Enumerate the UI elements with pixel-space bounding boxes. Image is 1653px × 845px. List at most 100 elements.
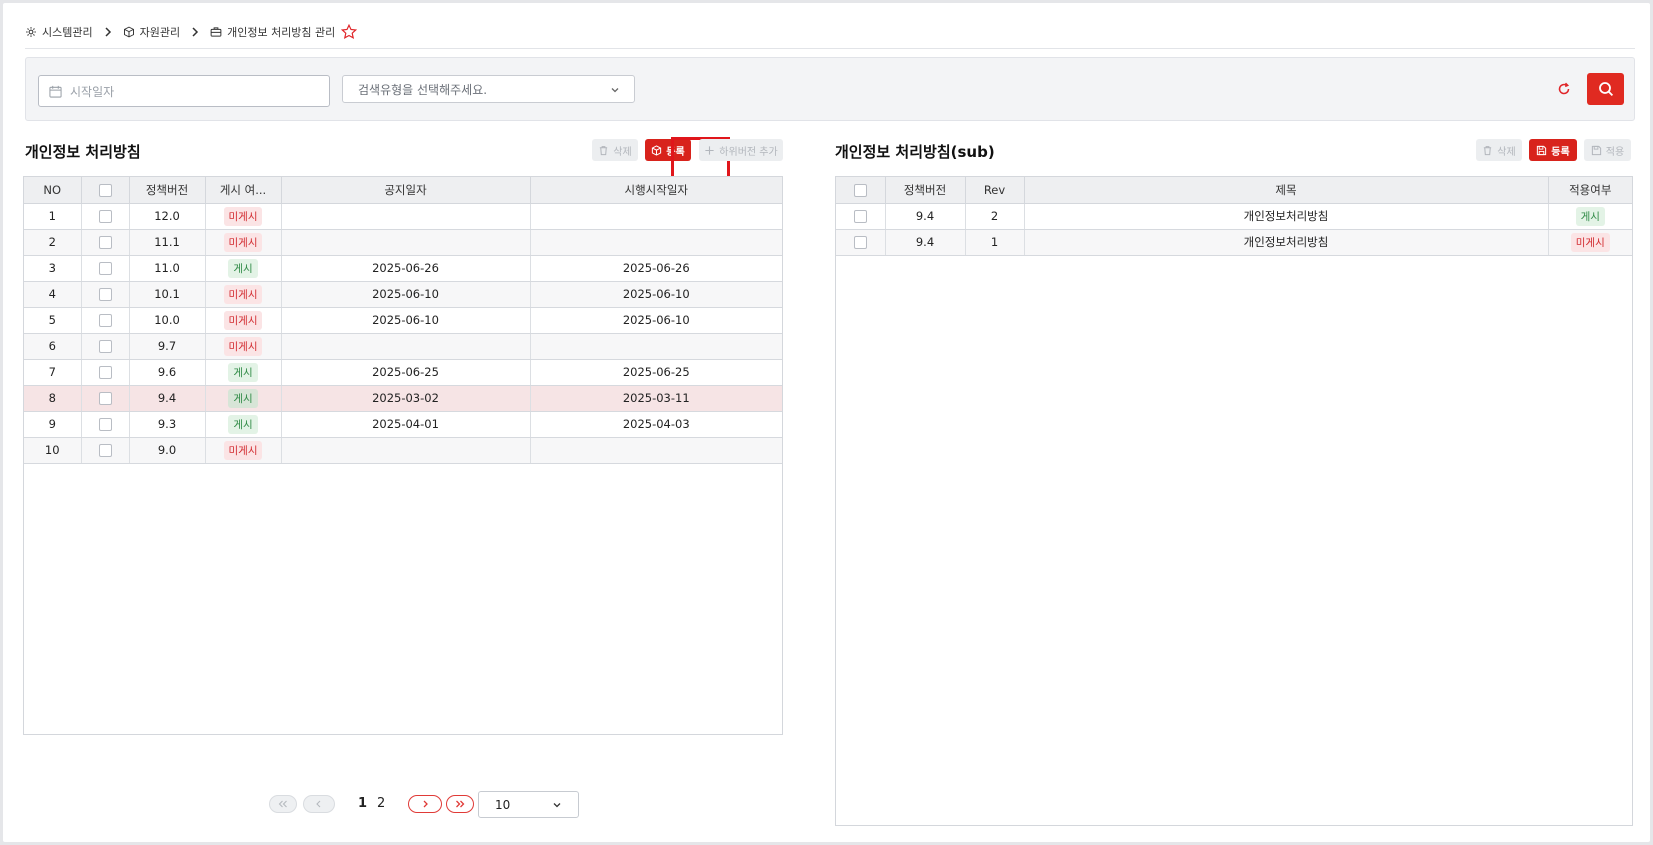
select-all-checkbox[interactable] — [853, 183, 867, 197]
cell-publish: 미게시 — [205, 307, 282, 334]
add-sub-version-button[interactable]: 하위버전 추가 — [699, 139, 783, 161]
status-badge: 게시 — [228, 362, 258, 382]
cell-start-date: 2025-06-10 — [530, 307, 782, 334]
row-checkbox[interactable] — [98, 288, 112, 301]
cell-version: 9.3 — [129, 411, 206, 438]
col-select-all[interactable] — [81, 177, 130, 204]
cell-publish: 게시 — [205, 255, 282, 282]
cell-version: 9.6 — [129, 359, 206, 386]
table-row[interactable]: 9.4 2 개인정보처리방침 게시 — [836, 203, 1632, 230]
cell-select[interactable] — [81, 333, 130, 360]
select-all-checkbox[interactable] — [98, 183, 112, 197]
first-page-button[interactable] — [269, 794, 297, 813]
col-version[interactable]: 정책버전 — [129, 177, 206, 204]
row-checkbox[interactable] — [98, 210, 112, 223]
col-no[interactable]: NO — [24, 177, 82, 204]
cell-no: 5 — [24, 307, 82, 334]
table-row[interactable]: 7 9.6 게시 2025-06-25 2025-06-25 — [24, 359, 782, 386]
page-size-select[interactable]: 10 — [478, 791, 579, 818]
table-row[interactable]: 10 9.0 미게시 — [24, 437, 782, 464]
table-row[interactable]: 1 12.0 미게시 — [24, 203, 782, 230]
cell-publish: 미게시 — [205, 437, 282, 464]
col-apply-status[interactable]: 적용여부 — [1548, 177, 1632, 204]
row-checkbox[interactable] — [98, 340, 112, 353]
cell-title: 개인정보처리방침 — [1024, 229, 1549, 256]
cell-start-date — [530, 203, 782, 230]
col-start-date[interactable]: 시행시작일자 — [530, 177, 782, 204]
search-type-select[interactable]: 검색유형을 선택해주세요. — [342, 75, 635, 103]
gear-icon — [25, 26, 37, 38]
cell-select[interactable] — [836, 229, 886, 256]
col-title[interactable]: 제목 — [1024, 177, 1549, 204]
table-row[interactable]: 9 9.3 게시 2025-04-01 2025-04-03 — [24, 411, 782, 438]
cell-publish: 미게시 — [205, 203, 282, 230]
left-delete-button[interactable]: 삭제 — [592, 139, 638, 161]
cell-no: 6 — [24, 333, 82, 360]
cell-select[interactable] — [81, 359, 130, 386]
row-checkbox[interactable] — [98, 418, 112, 431]
col-version[interactable]: 정책버전 — [885, 177, 966, 204]
search-panel: 시작일자 검색유형을 선택해주세요. — [25, 57, 1635, 121]
last-page-button[interactable] — [446, 794, 475, 813]
breadcrumb-item-privacy[interactable]: 개인정보 처리방침 관리 — [210, 24, 335, 40]
row-checkbox[interactable] — [98, 366, 112, 379]
cell-notice-date: 2025-03-02 — [281, 385, 531, 412]
row-checkbox[interactable] — [853, 236, 867, 249]
row-checkbox[interactable] — [98, 262, 112, 275]
pagination: 1 2 — [269, 791, 475, 816]
search-button[interactable] — [1587, 73, 1624, 105]
breadcrumb: 시스템관리 자원관리 개인정보 처리방침 관리 — [25, 21, 1635, 49]
table-row[interactable]: 3 11.0 게시 2025-06-26 2025-06-26 — [24, 255, 782, 282]
start-date-input[interactable]: 시작일자 — [38, 75, 330, 107]
cell-notice-date — [281, 437, 531, 464]
right-register-button[interactable]: 등록 — [1529, 139, 1577, 161]
cell-select[interactable] — [81, 203, 130, 230]
cell-select[interactable] — [81, 307, 130, 334]
cell-version: 10.0 — [129, 307, 206, 334]
col-publish[interactable]: 게시 여... — [205, 177, 282, 204]
cell-select[interactable] — [81, 437, 130, 464]
breadcrumb-item-resource[interactable]: 자원관리 — [123, 24, 180, 40]
cell-select[interactable] — [81, 229, 130, 256]
cell-rev: 1 — [965, 229, 1025, 256]
cell-publish: 게시 — [205, 385, 282, 412]
right-delete-button[interactable]: 삭제 — [1476, 139, 1522, 161]
row-checkbox[interactable] — [98, 236, 112, 249]
star-icon[interactable] — [341, 23, 358, 40]
start-date-placeholder: 시작일자 — [70, 84, 115, 99]
cell-select[interactable] — [81, 385, 130, 412]
search-type-placeholder: 검색유형을 선택해주세요. — [358, 82, 488, 97]
col-notice-date[interactable]: 공지일자 — [281, 177, 531, 204]
table-header-row: 정책버전 Rev 제목 적용여부 — [836, 177, 1632, 204]
col-rev[interactable]: Rev — [965, 177, 1025, 204]
apply-button[interactable]: 적용 — [1584, 139, 1631, 161]
refresh-icon[interactable] — [1555, 80, 1573, 98]
cell-no: 7 — [24, 359, 82, 386]
page-number-2[interactable]: 2 — [377, 796, 385, 811]
cell-select[interactable] — [81, 281, 130, 308]
table-row[interactable]: 2 11.1 미게시 — [24, 229, 782, 256]
row-checkbox[interactable] — [98, 444, 112, 457]
page-number-1[interactable]: 1 — [358, 796, 367, 811]
right-register-label: 등록 — [1551, 146, 1570, 158]
breadcrumb-item-system[interactable]: 시스템관리 — [25, 24, 93, 40]
row-checkbox[interactable] — [98, 392, 112, 405]
cell-select[interactable] — [81, 411, 130, 438]
cell-select[interactable] — [836, 203, 886, 230]
table-row[interactable]: 6 9.7 미게시 — [24, 333, 782, 360]
row-checkbox[interactable] — [98, 314, 112, 327]
cell-select[interactable] — [81, 255, 130, 282]
table-row[interactable]: 5 10.0 미게시 2025-06-10 2025-06-10 — [24, 307, 782, 334]
box-icon — [651, 144, 662, 156]
col-select-all[interactable] — [836, 177, 886, 204]
cell-notice-date: 2025-06-10 — [281, 281, 531, 308]
prev-page-button[interactable] — [303, 794, 335, 813]
row-checkbox[interactable] — [853, 210, 867, 223]
table-row[interactable]: 4 10.1 미게시 2025-06-10 2025-06-10 — [24, 281, 782, 308]
chevron-left-icon — [315, 800, 323, 808]
next-page-button[interactable] — [408, 794, 443, 813]
cell-title: 개인정보처리방침 — [1024, 203, 1549, 230]
table-row[interactable]: 9.4 1 개인정보처리방침 미게시 — [836, 229, 1632, 256]
trash-icon — [1482, 145, 1493, 156]
table-row[interactable]: 8 9.4 게시 2025-03-02 2025-03-11 — [24, 385, 782, 412]
